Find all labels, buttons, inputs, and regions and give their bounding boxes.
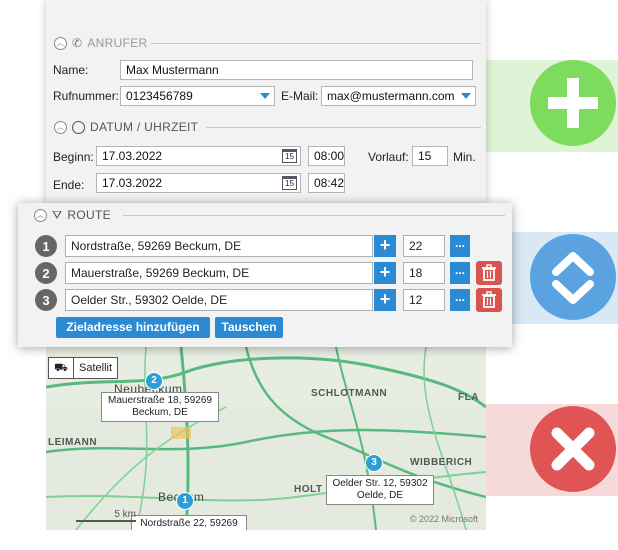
map-copyright: © 2022 Microsoft — [409, 514, 478, 524]
stop-number: 1 — [35, 235, 57, 257]
map-pin-1[interactable]: 1 — [176, 492, 194, 510]
route-panel: ︿ ⛛ ROUTE 1 Nordstraße, 59269 Beckum, DE… — [18, 203, 512, 347]
collapse-icon[interactable]: ︿ — [54, 36, 67, 50]
lead-unit: Min. — [453, 150, 476, 164]
start-label: Beginn: — [53, 150, 94, 164]
lead-label: Vorlauf: — [368, 150, 409, 164]
caller-section-header[interactable]: ︿ ✆ ANRUFER — [54, 34, 147, 52]
map-label-fla: FLA — [458, 392, 479, 403]
route-section-header[interactable]: ︿ ⛛ ROUTE — [34, 206, 111, 224]
name-input[interactable]: Max Mustermann — [120, 60, 473, 80]
booking-form-panel: ︿ ✆ ANRUFER Name: Max Mustermann Rufnumm… — [46, 0, 486, 205]
feature-reorder-badge — [530, 234, 616, 320]
add-stop-button[interactable]: + — [374, 235, 396, 257]
route-icon: ⛛ — [52, 207, 63, 222]
stop-number: 3 — [35, 289, 57, 311]
phone-label: Rufnummer: — [53, 89, 120, 103]
satellite-label: Satellit — [79, 362, 113, 374]
map-label-leimann: LEIMANN — [48, 437, 98, 448]
collapse-icon[interactable]: ︿ — [54, 120, 67, 134]
popup-line: Oelde, DE — [356, 490, 404, 501]
stop-value-input[interactable]: 12 — [403, 289, 445, 311]
section-divider — [123, 215, 505, 216]
stop-address-input[interactable]: Nordstraße, 59269 Beckum, DE — [65, 235, 373, 257]
end-date-input[interactable]: 17.03.2022 15 — [96, 173, 301, 193]
popup-line: Mauerstraße 18, 59269 — [108, 395, 212, 406]
popup-line: Oelder Str. 12, 59302 — [332, 478, 428, 489]
email-label: E-Mail: — [281, 89, 319, 103]
name-label: Name: — [53, 63, 89, 77]
section-divider — [206, 127, 481, 128]
stop-value-input[interactable]: 22 — [403, 235, 445, 257]
phone-icon: ✆ — [72, 36, 83, 50]
popup-line: Nordstraße 22, 59269 — [140, 518, 238, 529]
add-stop-button[interactable]: + — [374, 289, 396, 311]
car-icon: ⛟ — [49, 358, 74, 378]
feature-delete-badge — [530, 406, 616, 492]
swap-button[interactable]: Tauschen — [215, 317, 283, 338]
close-icon — [551, 427, 595, 471]
email-dropdown[interactable]: max@mustermann.com — [321, 86, 476, 106]
lead-input[interactable]: 15 — [412, 146, 448, 166]
end-time-input[interactable]: 08:42 — [308, 173, 345, 193]
chevron-down-icon — [260, 93, 270, 99]
map-popup-stop-1: Nordstraße 22, 59269 — [131, 515, 247, 530]
satellite-toggle[interactable]: ⛟ Satellit — [48, 357, 119, 379]
map-label-wibberich: WIBBERICH — [410, 457, 473, 468]
stop-value-input[interactable]: 18 — [403, 262, 445, 284]
more-options-button[interactable]: ... — [450, 289, 470, 311]
end-date-value: 17.03.2022 — [102, 176, 163, 190]
scale-label: 5 km — [114, 509, 136, 520]
map-label-holt: HOLT — [294, 484, 323, 495]
section-divider — [151, 43, 481, 44]
map-popup-stop-3: Oelder Str. 12, 59302 Oelde, DE — [326, 475, 434, 505]
map-pin-2[interactable]: 2 — [145, 372, 163, 390]
email-value: max@mustermann.com — [327, 89, 455, 103]
start-time-input[interactable]: 08:00 — [308, 146, 345, 166]
datetime-section-title: DATUM / UHRZEIT — [90, 120, 199, 134]
collapse-icon[interactable]: ︿ — [34, 208, 47, 222]
stop-address-input[interactable]: Oelder Str., 59302 Oelde, DE — [65, 289, 373, 311]
map-pin-3[interactable]: 3 — [365, 454, 383, 472]
map-popup-stop-2: Mauerstraße 18, 59269 Beckum, DE — [101, 392, 219, 422]
add-destination-button[interactable]: Zieladresse hinzufügen — [56, 317, 210, 338]
delete-stop-button[interactable] — [476, 261, 502, 285]
start-date-input[interactable]: 17.03.2022 15 — [96, 146, 301, 166]
chevron-down-icon — [461, 93, 471, 99]
phone-value: 0123456789 — [126, 89, 193, 103]
datetime-section-header[interactable]: ︿ DATUM / UHRZEIT — [54, 118, 198, 136]
route-section-title: ROUTE — [67, 208, 111, 222]
caller-section-title: ANRUFER — [87, 36, 148, 50]
delete-stop-button[interactable] — [476, 288, 502, 312]
stop-address-input[interactable]: Mauerstraße, 59269 Beckum, DE — [65, 262, 373, 284]
map-label-schlotmann: SCHLOTMANN — [311, 388, 388, 399]
route-map[interactable]: ⛟ Satellit Neubeckum SCHLOTMANN FLA LEIM… — [46, 347, 486, 530]
stop-number: 2 — [35, 262, 57, 284]
popup-line: Beckum, DE — [132, 407, 188, 418]
trash-icon — [482, 264, 496, 281]
start-date-value: 17.03.2022 — [102, 149, 163, 163]
more-options-button[interactable]: ... — [450, 262, 470, 284]
trash-icon — [482, 291, 496, 308]
calendar-icon[interactable]: 15 — [282, 149, 297, 163]
clock-icon — [72, 120, 85, 134]
add-stop-button[interactable]: + — [374, 262, 396, 284]
more-options-button[interactable]: ... — [450, 235, 470, 257]
end-label: Ende: — [53, 178, 85, 192]
plus-icon — [548, 78, 598, 128]
up-down-icon — [552, 252, 594, 304]
feature-add-badge — [530, 60, 616, 146]
scale-bar: 5 km — [76, 509, 136, 522]
phone-dropdown[interactable]: 0123456789 — [120, 86, 275, 106]
calendar-icon[interactable]: 15 — [282, 176, 297, 190]
